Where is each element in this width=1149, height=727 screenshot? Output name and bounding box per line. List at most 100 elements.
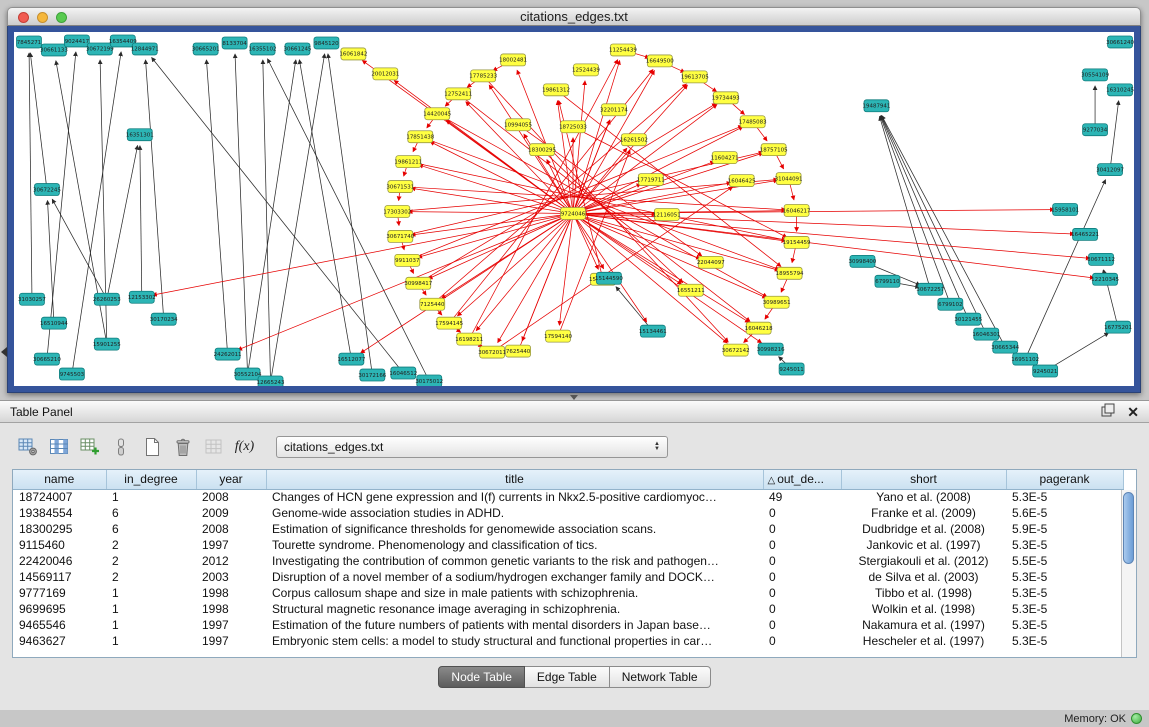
graph-edge[interactable] [616,287,653,331]
table-cell[interactable]: 0 [763,633,841,649]
table-cell[interactable]: 5.3E-5 [1006,537,1123,553]
table-cell[interactable]: 9465546 [13,617,106,633]
table-row[interactable]: 2242004622012Investigating the contribut… [13,553,1123,569]
graph-node[interactable]: 16465221 [1071,228,1099,240]
graph-node[interactable]: 19487941 [863,100,891,112]
graph-edge[interactable] [48,201,54,324]
graph-edge[interactable] [469,60,618,339]
table-cell[interactable]: 5.3E-5 [1006,633,1123,649]
graph-edge[interactable] [457,213,573,315]
table-cell[interactable]: Hescheler et al. (1997) [841,633,1006,649]
table-cell[interactable]: 9463627 [13,633,106,649]
zoom-window-button[interactable] [56,12,67,23]
graph-node[interactable]: 18002481 [499,54,527,66]
graph-node[interactable]: 12116051 [653,209,681,221]
graph-node[interactable]: 30672245 [33,184,61,196]
graph-node[interactable]: 6799110 [875,275,900,287]
graph-node[interactable]: 17785233 [469,70,497,82]
column-header-title[interactable]: title [266,470,763,489]
graph-edge[interactable] [47,52,76,359]
graph-node[interactable]: 30661240 [1106,36,1134,48]
column-visibility-button[interactable] [45,434,72,461]
graph-node[interactable]: 17594140 [544,330,572,342]
table-cell[interactable]: 0 [763,521,841,537]
table-row[interactable]: 1456911722003Disruption of a novel membe… [13,569,1123,585]
graph-node[interactable]: 9745503 [59,368,84,380]
graph-node[interactable]: 12844971 [131,43,159,55]
table-cell[interactable]: Yano et al. (2008) [841,489,1006,505]
graph-node[interactable]: 17303302 [383,206,411,218]
table-cell[interactable]: 1998 [196,585,266,601]
graph-edge[interactable] [152,58,404,374]
graph-node[interactable]: 15144590 [595,272,623,284]
delete-row-button[interactable] [169,434,196,461]
table-cell[interactable]: 1 [106,601,196,617]
graph-node[interactable]: 19861312 [542,84,570,96]
graph-node[interactable]: 16046301 [972,328,1000,340]
table-cell[interactable]: 18300295 [13,521,106,537]
graph-node[interactable]: 17485083 [739,116,767,128]
graph-node[interactable]: 7845271 [16,36,41,48]
graph-edge[interactable] [52,199,107,299]
graph-edge[interactable] [407,126,742,261]
table-row[interactable]: 946554611997Estimation of the future num… [13,617,1123,633]
graph-node[interactable]: 16310245 [1106,84,1134,96]
table-cell[interactable]: Embryonic stem cells: a model to study s… [266,633,763,649]
graph-node[interactable]: 12153302 [128,291,156,303]
graph-node[interactable]: 16046217 [783,205,811,217]
graph-node[interactable]: 6799102 [938,298,963,310]
table-cell[interactable]: Jankovic et al. (1997) [841,537,1006,553]
graph-node[interactable]: 15901255 [93,338,121,350]
graph-edge[interactable] [267,59,429,381]
table-settings-button[interactable] [14,434,41,461]
graph-node[interactable]: 16775201 [1104,321,1132,333]
table-cell[interactable]: 0 [763,553,841,569]
graph-node[interactable]: 19861211 [394,156,422,168]
graph-node[interactable]: 30665210 [33,353,61,365]
table-cell[interactable]: 0 [763,585,841,601]
graph-edge[interactable] [573,213,604,268]
minimize-window-button[interactable] [37,12,48,23]
graph-node[interactable]: 12752411 [444,88,472,100]
graph-node[interactable]: 12210345 [1091,273,1119,285]
table-cell[interactable]: 2003 [196,569,266,585]
panel-collapse-handle[interactable] [1,347,7,357]
graph-node[interactable]: 15134461 [639,325,667,337]
column-header-short[interactable]: short [841,470,1006,489]
graph-node[interactable]: 16951102 [1011,353,1039,365]
graph-node[interactable]: 16551211 [677,284,705,296]
table-cell[interactable]: 5.3E-5 [1006,601,1123,617]
table-cell[interactable]: 5.6E-5 [1006,505,1123,521]
graph-node[interactable]: 9277034 [1083,124,1108,136]
table-scrollbar[interactable] [1121,490,1136,657]
graph-node[interactable]: 9245021 [1033,365,1058,377]
graph-node[interactable]: 30665201 [192,43,220,55]
table-cell[interactable]: 2 [106,569,196,585]
table-cell[interactable]: 6 [106,521,196,537]
table-row[interactable]: 1830029562008Estimation of significance … [13,521,1123,537]
table-cell[interactable]: 5.3E-5 [1006,617,1123,633]
table-row[interactable]: 969969511998Structural magnetic resonanc… [13,601,1123,617]
graph-edge[interactable] [1110,101,1119,170]
graph-edge[interactable] [107,145,138,299]
table-row[interactable]: 977716911998Corpus callosum shape and si… [13,585,1123,601]
table-cell[interactable]: Tourette syndrome. Phenomenology and cla… [266,537,763,553]
graph-edge[interactable] [235,54,248,374]
graph-node[interactable]: 15958101 [1051,204,1079,216]
table-cell[interactable]: 1998 [196,601,266,617]
graph-edge[interactable] [271,54,325,382]
table-cell[interactable]: 2 [106,537,196,553]
table-cell[interactable]: Investigating the contribution of common… [266,553,763,569]
graph-node[interactable]: 30170234 [150,313,178,325]
graph-node[interactable]: 9911037 [395,254,420,266]
graph-node[interactable]: 17851438 [406,131,434,143]
new-column-button[interactable] [76,434,103,461]
float-panel-icon[interactable] [1101,403,1115,420]
graph-node[interactable]: 30998417 [404,277,432,289]
graph-node[interactable]: 16198211 [455,333,483,345]
table-cell[interactable]: 1 [106,617,196,633]
table-cell[interactable]: 0 [763,505,841,521]
table-cell[interactable]: 5.5E-5 [1006,553,1123,569]
graph-node[interactable]: 7125440 [420,298,445,310]
table-cell[interactable]: 5.3E-5 [1006,585,1123,601]
